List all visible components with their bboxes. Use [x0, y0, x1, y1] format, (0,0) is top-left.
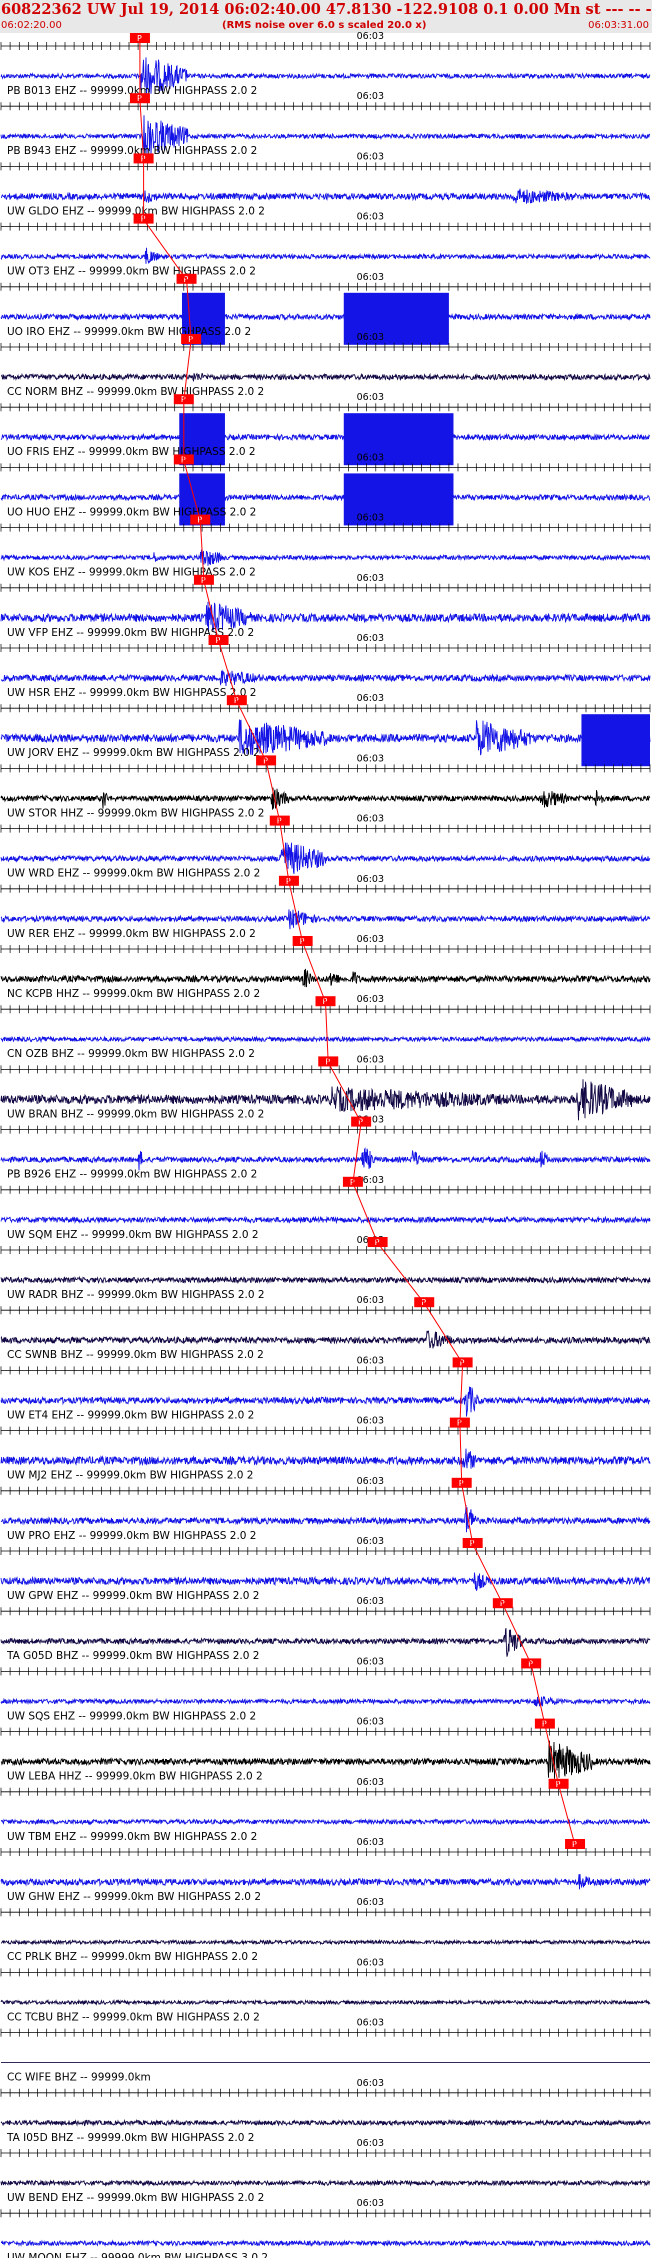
waveform-trace	[0, 432, 650, 442]
station-label: UO FRIS EHZ -- 99999.0km BW HIGHPASS 2.0…	[7, 446, 256, 458]
minute-label: 06:03	[357, 2198, 384, 2209]
station-label: TA I05D BHZ -- 99999.0km BW HIGHPASS 2.0…	[6, 2132, 254, 2144]
waveform-trace	[0, 1448, 651, 1469]
minute-label: 06:03	[357, 1596, 384, 1607]
waveform-trace	[0, 549, 651, 566]
minute-label: 06:03	[357, 693, 384, 704]
minute-label: 06:03	[357, 994, 384, 1005]
waveform-trace	[0, 493, 651, 502]
station-label: UO IRO EHZ -- 99999.0km BW HIGHPASS 2.0 …	[7, 326, 251, 338]
station-label: PB B943 EHZ -- 99999.0km BW HIGHPASS 2.0…	[7, 145, 257, 157]
waveform-trace	[0, 1215, 651, 1225]
waveform-trace	[0, 1696, 651, 1707]
minute-label: 06:03	[357, 1355, 384, 1366]
minute-label: 06:03	[357, 1837, 384, 1848]
station-label: CC NORM BHZ -- 99999.0km BW HIGHPASS 2.0…	[7, 386, 264, 398]
minute-label: 06:03	[357, 814, 384, 825]
waveform-trace	[0, 2179, 651, 2187]
minute-label: 06:03	[357, 332, 384, 343]
seismogram-plot: 06:03PB B013 EHZ -- 99999.0km BW HIGHPAS…	[0, 31, 651, 2258]
station-label: TA G05D BHZ -- 99999.0km BW HIGHPASS 2.0…	[6, 1650, 259, 1662]
minute-label: 06:03	[357, 2078, 384, 2089]
station-label: UW GPW EHZ -- 99999.0km BW HIGHPASS 2.0 …	[7, 1590, 259, 1602]
minute-label: 06:03	[357, 1295, 384, 1306]
minute-label: 06:03	[357, 2018, 384, 2029]
waveform-trace	[0, 909, 651, 930]
minute-label: 06:03	[357, 212, 384, 223]
station-label: UW JORV EHZ -- 99999.0km BW HIGHPASS 2.0…	[7, 747, 260, 759]
waveform-trace	[0, 247, 651, 265]
waveform-trace	[0, 1146, 651, 1171]
minute-label: 06:03	[357, 513, 384, 524]
minute-label: 06:03	[357, 1957, 384, 1968]
minute-label: 06:03	[357, 91, 384, 102]
waveform-trace	[1, 2239, 651, 2247]
station-label: UO HUO EHZ -- 99999.0km BW HIGHPASS 2.0 …	[7, 506, 256, 518]
minute-label: 06:03	[357, 1897, 384, 1908]
station-label: UW SQM EHZ -- 99999.0km BW HIGHPASS 2.0 …	[7, 1229, 259, 1241]
station-label: CC SWNB BHZ -- 99999.0km BW HIGHPASS 2.0…	[7, 1349, 264, 1361]
minute-label: 06:03	[357, 1777, 384, 1788]
station-label: UW BRAN BHZ -- 99999.0km BW HIGHPASS 2.0…	[7, 1108, 264, 1120]
station-label: UW GHW EHZ -- 99999.0km BW HIGHPASS 2.0 …	[7, 1891, 261, 1903]
waveform-trace	[0, 1275, 651, 1285]
station-label: UW TBM EHZ -- 99999.0km BW HIGHPASS 2.0 …	[7, 1831, 257, 1843]
minute-label: 06:03	[357, 573, 384, 584]
waveform-trace	[0, 188, 651, 204]
station-label: UW KOS EHZ -- 99999.0km BW HIGHPASS 2.0 …	[7, 567, 256, 579]
station-label: PB B926 EHZ -- 99999.0km BW HIGHPASS 2.0…	[7, 1169, 257, 1181]
station-label: UW PRO EHZ -- 99999.0km BW HIGHPASS 2.0 …	[7, 1530, 256, 1542]
waveform-trace	[0, 968, 651, 988]
minute-label: 06:03	[357, 1054, 384, 1065]
waveform-trace	[0, 1330, 651, 1349]
waveform-trace	[0, 312, 651, 322]
minute-label: 06:03	[357, 1717, 384, 1728]
minute-label: 06:03	[357, 272, 384, 283]
minute-label: 06:03	[357, 633, 384, 644]
minute-label: 06:03	[357, 151, 384, 162]
waveform-trace	[0, 2118, 651, 2127]
station-label: NC KCPB HHZ -- 99999.0km BW HIGHPASS 2.0…	[7, 988, 260, 1000]
pick-label: P	[141, 215, 146, 224]
waveform-trace	[0, 1817, 651, 1826]
minute-label: 06:03	[357, 1536, 384, 1547]
clipped-signal-block	[581, 714, 650, 767]
station-label: UW RADR BHZ -- 99999.0km BW HIGHPASS 2.0…	[7, 1289, 265, 1301]
station-label: CN OZB BHZ -- 99999.0km BW HIGHPASS 2.0 …	[7, 1048, 255, 1060]
station-label: CC PRLK BHZ -- 99999.0km BW HIGHPASS 2.0…	[7, 1951, 258, 1963]
station-label: UW MOON EHZ -- 99999.0km BW HIGHPASS 3.0…	[7, 2252, 268, 2258]
station-label: UW ET4 EHZ -- 99999.0km BW HIGHPASS 2.0 …	[7, 1409, 254, 1421]
waveform-trace	[0, 1874, 651, 1890]
waveform-trace	[0, 1938, 651, 1946]
waveform-trace	[1, 372, 651, 383]
station-label: UW STOR HHZ -- 99999.0km BW HIGHPASS 2.0…	[7, 807, 265, 819]
waveform-trace	[0, 1572, 651, 1591]
waveform-trace	[0, 1035, 651, 1043]
station-label: UW LEBA HHZ -- 99999.0km BW HIGHPASS 2.0…	[7, 1771, 263, 1783]
minute-label: 06:03	[357, 31, 384, 42]
station-label: UW OT3 EHZ -- 99999.0km BW HIGHPASS 2.0 …	[7, 266, 256, 278]
pick-label: P	[457, 1419, 462, 1428]
waveform-trace	[0, 669, 651, 687]
station-label: UW MJ2 EHZ -- 99999.0km BW HIGHPASS 2.0 …	[7, 1470, 253, 1482]
minute-label: 06:03	[357, 1416, 384, 1427]
minute-label: 06:03	[357, 753, 384, 764]
minute-label: 06:03	[357, 2138, 384, 2149]
station-label: UW HSR EHZ -- 99999.0km BW HIGHPASS 2.0 …	[7, 687, 256, 699]
minute-label: 06:03	[357, 874, 384, 885]
station-label: UW RER EHZ -- 99999.0km BW HIGHPASS 2.0 …	[7, 928, 256, 940]
minute-label: 06:03	[357, 934, 384, 945]
station-label: UW BEND EHZ -- 99999.0km BW HIGHPASS 2.0…	[7, 2192, 264, 2204]
minute-label: 06:03	[357, 452, 384, 463]
station-label: UW WRD EHZ -- 99999.0km BW HIGHPASS 2.0 …	[7, 868, 260, 880]
minute-label: 06:03	[357, 1476, 384, 1487]
waveform-trace	[0, 1504, 651, 1533]
waveform-trace	[0, 1998, 651, 2006]
waveform-trace	[0, 787, 651, 810]
station-label: CC TCBU BHZ -- 99999.0km BW HIGHPASS 2.0…	[7, 2011, 260, 2023]
minute-label: 06:03	[357, 392, 384, 403]
station-label: UW SQS EHZ -- 99999.0km BW HIGHPASS 2.0 …	[7, 1710, 256, 1722]
minute-label: 06:03	[357, 1656, 384, 1667]
station-label: CC WIFE BHZ -- 99999.0km	[7, 2072, 151, 2084]
